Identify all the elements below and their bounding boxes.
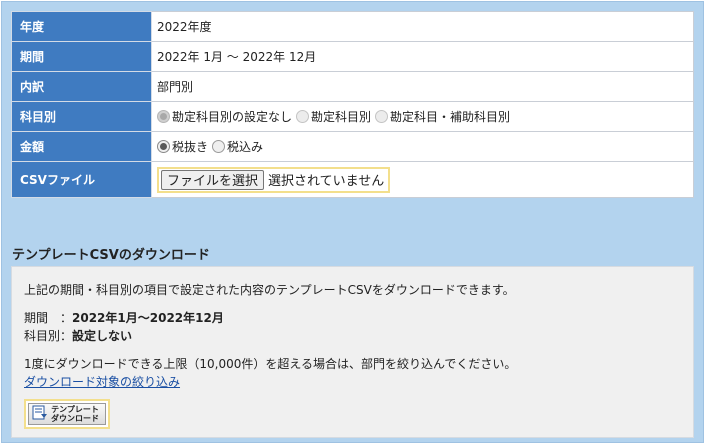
amount-label: 金額 bbox=[11, 131, 152, 162]
period-summary-label: 期間 ： bbox=[24, 311, 73, 325]
radio-tax-excluded[interactable]: 税抜き bbox=[157, 138, 208, 155]
download-button-line1: テンプレート bbox=[51, 405, 99, 414]
row-breakdown: 内訳 部門別 bbox=[11, 71, 694, 102]
period-value: 2022年 1月 ～ 2022年 12月 bbox=[151, 41, 694, 72]
account-summary-label: 科目別： bbox=[24, 329, 73, 343]
year-label: 年度 bbox=[11, 11, 152, 42]
file-input[interactable]: ファイルを選択 選択されていません bbox=[157, 166, 391, 193]
row-year: 年度 2022年度 bbox=[11, 11, 694, 42]
download-info-box: 上記の期間・科目別の項目で設定された内容のテンプレートCSVをダウンロードできま… bbox=[11, 266, 694, 438]
settings-panel: 年度 2022年度 期間 2022年 1月 ～ 2022年 12月 内訳 部門別… bbox=[1, 1, 704, 443]
row-by-account: 科目別 勘定科目別の設定なし 勘定科目別 勘定科目・補助科目別 bbox=[11, 101, 694, 132]
radio-dot-icon bbox=[212, 140, 226, 153]
radio-account[interactable]: 勘定科目別 bbox=[296, 108, 371, 125]
download-button-line2: ダウンロード bbox=[51, 414, 99, 423]
choose-file-button[interactable]: ファイルを選択 bbox=[161, 169, 265, 190]
period-label: 期間 bbox=[11, 41, 152, 72]
download-section-title: テンプレートCSVのダウンロード bbox=[12, 248, 210, 263]
filter-download-link[interactable]: ダウンロード対象の絞り込み bbox=[24, 375, 180, 389]
row-period: 期間 2022年 1月 ～ 2022年 12月 bbox=[11, 41, 694, 72]
radio-label: 勘定科目・補助科目別 bbox=[390, 110, 511, 124]
by-account-label: 科目別 bbox=[11, 101, 152, 132]
radio-dot-icon bbox=[375, 110, 389, 123]
file-status: 選択されていません bbox=[268, 174, 385, 189]
radio-tax-included[interactable]: 税込み bbox=[212, 138, 263, 155]
template-download-button[interactable]: テンプレート ダウンロード bbox=[28, 403, 106, 425]
year-value: 2022年度 bbox=[151, 11, 694, 42]
radio-label: 勘定科目別の設定なし bbox=[172, 110, 293, 124]
by-account-radio-group: 勘定科目別の設定なし 勘定科目別 勘定科目・補助科目別 bbox=[157, 108, 688, 125]
radio-account-sub[interactable]: 勘定科目・補助科目別 bbox=[375, 108, 510, 125]
account-summary: 科目別：設定しない bbox=[24, 327, 132, 344]
radio-dot-icon bbox=[157, 140, 170, 153]
download-description: 上記の期間・科目別の項目で設定された内容のテンプレートCSVをダウンロードできま… bbox=[24, 283, 515, 297]
account-summary-value: 設定しない bbox=[72, 329, 133, 343]
download-file-icon bbox=[32, 405, 48, 424]
breakdown-value: 部門別 bbox=[151, 71, 694, 102]
period-summary: 期間 ：2022年1月～2022年12月 bbox=[24, 309, 224, 326]
settings-table: 年度 2022年度 期間 2022年 1月 ～ 2022年 12月 内訳 部門別… bbox=[11, 11, 694, 198]
period-summary-value: 2022年1月～2022年12月 bbox=[72, 311, 224, 325]
breakdown-label: 内訳 bbox=[11, 71, 152, 102]
radio-label: 税込み bbox=[227, 140, 264, 154]
row-amount: 金額 税抜き 税込み bbox=[11, 131, 694, 162]
csv-label: CSVファイル bbox=[11, 161, 152, 198]
radio-dot-icon bbox=[296, 110, 310, 123]
radio-no-account-setting[interactable]: 勘定科目別の設定なし bbox=[157, 108, 292, 125]
radio-dot-icon bbox=[157, 110, 170, 123]
template-download-wrap: テンプレート ダウンロード bbox=[24, 399, 110, 429]
limit-note: 1度にダウンロードできる上限（10,000件）を超える場合は、部門を絞り込んでく… bbox=[24, 357, 517, 371]
row-csv: CSVファイル ファイルを選択 選択されていません bbox=[11, 161, 694, 198]
radio-label: 税抜き bbox=[172, 140, 209, 154]
amount-radio-group: 税抜き 税込み bbox=[157, 138, 688, 155]
radio-label: 勘定科目別 bbox=[311, 110, 372, 124]
